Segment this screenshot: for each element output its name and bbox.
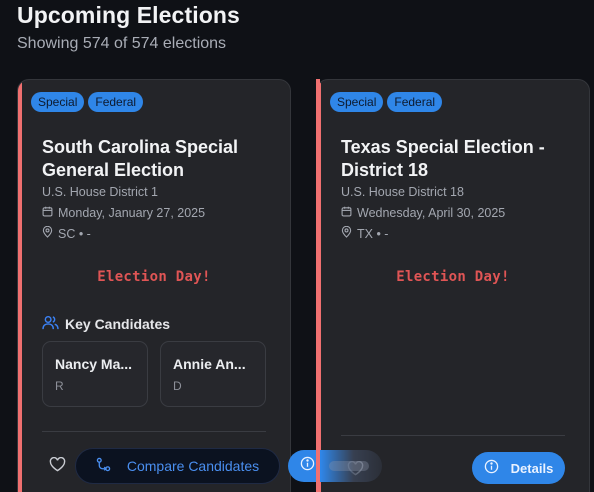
details-label: Details xyxy=(510,460,554,476)
calendar-icon xyxy=(341,206,352,220)
heart-icon[interactable] xyxy=(49,456,66,477)
candidate-party: D xyxy=(173,379,182,393)
election-title: Texas Special Election - District 18 xyxy=(341,137,545,180)
election-day-status: Election Day! xyxy=(396,269,510,285)
tag-federal: Federal xyxy=(88,92,144,112)
candidate-name: Annie An... xyxy=(173,356,246,372)
tag-federal: Federal xyxy=(387,92,443,112)
tag-list: Special Federal xyxy=(330,92,443,112)
date-label: Wednesday, April 30, 2025 xyxy=(357,206,506,220)
map-pin-icon xyxy=(42,225,53,241)
election-day-status: Election Day! xyxy=(97,269,211,285)
election-date: Wednesday, April 30, 2025 xyxy=(341,206,505,220)
info-icon xyxy=(300,456,315,476)
users-icon xyxy=(42,315,59,333)
details-button[interactable]: Details xyxy=(472,452,565,484)
page-title: Upcoming Elections xyxy=(17,2,240,28)
info-icon xyxy=(484,459,499,477)
details-label-placeholder xyxy=(329,461,369,471)
card-accent-stripe xyxy=(316,79,320,492)
location-label: SC • - xyxy=(58,226,91,241)
results-count: Showing 574 of 574 elections xyxy=(17,35,227,52)
elections-page: Upcoming Elections Showing 574 of 574 el… xyxy=(0,0,594,492)
election-location: TX • - xyxy=(341,225,389,241)
key-candidates-label: Key Candidates xyxy=(65,316,171,332)
election-location: SC • - xyxy=(42,225,91,241)
candidate-card[interactable]: Annie An... D xyxy=(160,341,266,407)
candidate-name: Nancy Ma... xyxy=(55,356,133,372)
tag-special: Special xyxy=(31,92,85,112)
candidate-card[interactable]: Nancy Ma... R xyxy=(42,341,148,407)
election-district: U.S. House District 1 xyxy=(42,185,158,199)
candidate-party: R xyxy=(55,379,64,393)
location-label: TX • - xyxy=(357,226,389,241)
card-divider xyxy=(42,431,266,432)
calendar-icon xyxy=(42,206,53,220)
card-accent-stripe xyxy=(18,80,22,492)
district-label: U.S. House District 1 xyxy=(42,185,159,199)
tag-list: Special Federal xyxy=(31,92,144,112)
district-label: U.S. House District 18 xyxy=(341,185,464,199)
map-pin-icon xyxy=(341,225,352,241)
compare-icon xyxy=(96,457,111,475)
compare-candidates-label: Compare Candidates xyxy=(126,458,260,474)
tag-special: Special xyxy=(330,92,384,112)
election-card[interactable]: Special Federal South Carolina Special G… xyxy=(17,79,291,492)
key-candidates-header: Key Candidates xyxy=(42,315,170,333)
election-date: Monday, January 27, 2025 xyxy=(42,206,205,220)
election-card[interactable]: Special Federal Texas Special Election -… xyxy=(316,79,590,492)
date-label: Monday, January 27, 2025 xyxy=(58,206,206,220)
election-title: South Carolina Special General Election xyxy=(42,137,239,180)
election-district: U.S. House District 18 xyxy=(341,185,464,199)
compare-candidates-button[interactable]: Compare Candidates xyxy=(75,448,280,484)
card-divider xyxy=(341,435,565,436)
details-button[interactable] xyxy=(288,450,382,482)
